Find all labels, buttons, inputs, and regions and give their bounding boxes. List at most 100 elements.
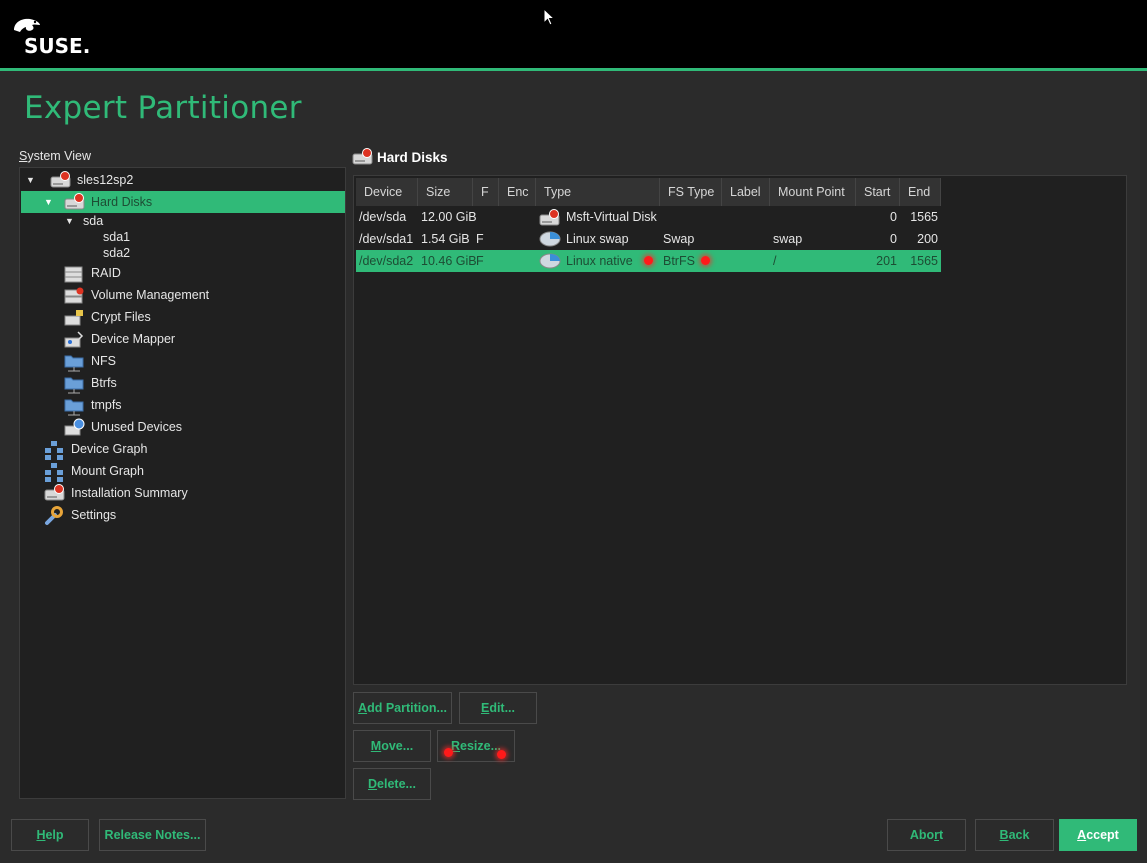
brand-text: SUSE. [24, 34, 91, 58]
cell-f: F [476, 232, 484, 246]
tree-item-mount-graph[interactable]: Mount Graph [44, 460, 144, 482]
column-header-type[interactable]: Type [536, 178, 660, 206]
tree-item-tmpfs[interactable]: tmpfs [64, 394, 122, 416]
accept-button[interactable]: Accept [1059, 819, 1137, 851]
move-button[interactable]: Move... [353, 730, 431, 762]
unused-devices-icon [64, 418, 85, 436]
cell-start: 0 [890, 210, 897, 224]
cell-start: 201 [876, 254, 897, 268]
expand-arrow-icon[interactable]: ▼ [65, 216, 77, 226]
cell-end: 1565 [910, 254, 938, 268]
edit-button[interactable]: Edit... [459, 692, 537, 724]
tree-item-nfs[interactable]: NFS [64, 350, 116, 372]
cell-size: 1.54 GiB [421, 232, 470, 246]
column-header-size[interactable]: Size [418, 178, 473, 206]
tree-item-hard-disks[interactable]: ▼ Hard Disks [44, 191, 152, 213]
harddisk-icon [50, 171, 71, 189]
tree-item-settings[interactable]: Settings [44, 504, 116, 526]
top-bar [0, 0, 1147, 69]
column-header-f[interactable]: F [473, 178, 499, 206]
raid-icon [64, 264, 84, 283]
tree-item-device-mapper[interactable]: Device Mapper [64, 328, 175, 350]
click-marker [701, 256, 710, 265]
harddisk-icon [352, 148, 374, 166]
harddisk-icon [44, 484, 65, 502]
cell-start: 0 [890, 232, 897, 246]
cell-mount-point: swap [773, 232, 803, 246]
resize-button[interactable]: Resize... [437, 730, 515, 762]
partition-table[interactable]: Device Size F Enc Type FS Type Label Mou… [353, 175, 1127, 685]
expand-arrow-icon[interactable]: ▼ [26, 175, 38, 185]
cell-label [722, 228, 770, 250]
cell-enc [499, 228, 536, 250]
column-header-mount-point[interactable]: Mount Point [770, 178, 856, 206]
system-view-label: System View [19, 149, 92, 163]
cell-fs-type: Swap [663, 232, 695, 246]
cell-type: Linux native [536, 250, 660, 272]
tree-item-sda2[interactable]: sda2 [103, 244, 130, 262]
cell-fs-type [660, 206, 722, 228]
cell-mount-point: / [773, 254, 777, 268]
cell-mount-point [770, 206, 856, 228]
tree-item-crypt-files[interactable]: Crypt Files [64, 306, 151, 328]
tree-item-unused-devices[interactable]: Unused Devices [64, 416, 182, 438]
chameleon-icon [14, 18, 40, 32]
table-row[interactable]: /dev/sda 12.00 GiB Msft-Virtual Disk 0 1… [356, 206, 941, 228]
column-header-label[interactable]: Label [722, 178, 770, 206]
cell-label [722, 250, 770, 272]
tree-item-device-graph[interactable]: Device Graph [44, 438, 147, 460]
cell-enc [499, 250, 536, 272]
tree-item-installation-summary[interactable]: Installation Summary [44, 482, 188, 504]
graph-icon [44, 440, 64, 460]
cell-type: Linux swap [536, 228, 660, 250]
table-row-selected[interactable]: /dev/sda2 10.46 GiB F Linux native BtrFS… [356, 250, 941, 272]
tree-item-sda[interactable]: ▼ sda [65, 211, 103, 231]
column-header-fs-type[interactable]: FS Type [660, 178, 722, 206]
graph-icon [44, 462, 64, 482]
abort-button[interactable]: Abo r t [887, 819, 966, 851]
system-view-tree[interactable]: ▼ sles12sp2 ▼ Hard Disks ▼ sda sda1 sda2… [19, 167, 346, 799]
column-header-device[interactable]: Device [356, 178, 418, 206]
column-header-end[interactable]: End [900, 178, 941, 206]
click-marker [644, 256, 653, 265]
tree-item-volume-management[interactable]: Volume Management [64, 284, 209, 306]
crypt-icon [64, 308, 84, 326]
cell-fs-type: BtrFS [660, 250, 722, 272]
cell-end: 1565 [910, 210, 938, 224]
folder-network-icon [64, 352, 84, 372]
cell-enc [499, 206, 536, 228]
cell-type: Msft-Virtual Disk [536, 206, 660, 228]
harddisk-icon [539, 209, 560, 226]
delete-button[interactable]: Delete... [353, 768, 431, 800]
tree-item-sles12sp2[interactable]: ▼ sles12sp2 [26, 169, 133, 191]
partition-icon [539, 253, 561, 269]
partition-icon [539, 231, 561, 247]
cell-device: /dev/sda1 [359, 232, 414, 246]
click-marker [444, 748, 453, 757]
expand-arrow-icon[interactable]: ▼ [44, 197, 56, 207]
column-header-start[interactable]: Start [856, 178, 900, 206]
add-partition-button[interactable]: Add Partition... [353, 692, 452, 724]
harddisk-icon [64, 193, 85, 211]
top-bar-accent-line [0, 68, 1147, 71]
table-header: Device Size F Enc Type FS Type Label Mou… [356, 178, 941, 206]
cell-f [473, 206, 499, 228]
volume-icon [64, 286, 84, 304]
suse-logo: SUSE. [10, 16, 90, 56]
back-button[interactable]: Back [975, 819, 1054, 851]
cell-device: /dev/sda [359, 210, 407, 224]
page-title: Expert Partitioner [24, 90, 302, 126]
click-marker [497, 750, 506, 759]
hard-disks-heading: Hard Disks [352, 147, 448, 167]
tree-item-raid[interactable]: RAID [64, 262, 121, 284]
cell-f: F [476, 254, 484, 268]
release-notes-button[interactable]: Release Notes... [99, 819, 206, 851]
column-header-enc[interactable]: Enc [499, 178, 536, 206]
table-row[interactable]: /dev/sda1 1.54 GiB F Linux swap Swap swa… [356, 228, 941, 250]
cell-end: 200 [917, 232, 938, 246]
wrench-icon [44, 506, 64, 525]
device-mapper-icon [64, 330, 84, 348]
tree-item-btrfs[interactable]: Btrfs [64, 372, 117, 394]
cell-size: 10.46 GiB [421, 254, 477, 268]
help-button[interactable]: Help [11, 819, 89, 851]
